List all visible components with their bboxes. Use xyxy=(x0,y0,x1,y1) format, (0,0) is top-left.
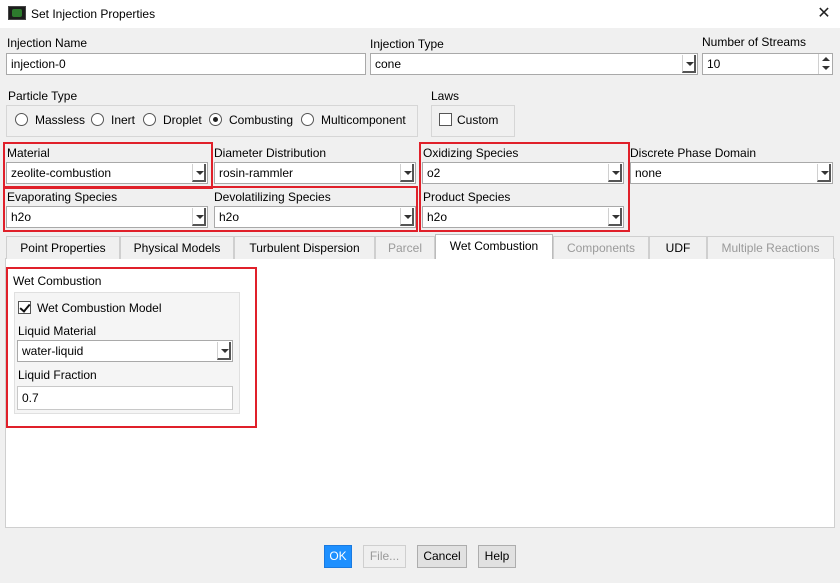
cancel-button[interactable]: Cancel xyxy=(417,545,467,568)
window-title: Set Injection Properties xyxy=(31,7,156,21)
tab-turbulent-dispersion[interactable]: Turbulent Dispersion xyxy=(234,236,375,259)
tab-physical-models[interactable]: Physical Models xyxy=(120,236,234,259)
custom-checkbox[interactable] xyxy=(439,113,452,126)
laws-label: Laws xyxy=(431,89,460,103)
number-of-streams-value: 10 xyxy=(707,57,721,71)
injection-name-label: Injection Name xyxy=(7,36,88,50)
radio-combusting-label: Combusting xyxy=(229,113,294,127)
highlight-oxid-product xyxy=(419,142,630,232)
chevron-down-icon[interactable] xyxy=(682,55,696,73)
chevron-down-icon[interactable] xyxy=(400,164,414,182)
custom-label: Custom xyxy=(457,113,499,127)
number-of-streams-label: Number of Streams xyxy=(702,35,807,49)
help-button[interactable]: Help xyxy=(478,545,516,568)
highlight-material xyxy=(3,142,213,189)
radio-inert[interactable] xyxy=(91,113,104,126)
injection-name-input[interactable]: injection-0 xyxy=(6,53,366,75)
radio-inert-label: Inert xyxy=(111,113,136,127)
particle-type-label: Particle Type xyxy=(8,89,78,103)
radio-multicomponent[interactable] xyxy=(301,113,314,126)
tab-point-properties[interactable]: Point Properties xyxy=(6,236,120,259)
app-icon xyxy=(8,6,26,20)
ok-button[interactable]: OK xyxy=(324,545,352,568)
tab-parcel[interactable]: Parcel xyxy=(375,236,435,259)
diameter-distribution-dropdown[interactable]: rosin-rammler xyxy=(214,162,416,184)
divider xyxy=(5,527,835,528)
injection-type-label: Injection Type xyxy=(370,37,444,51)
spin-up-icon[interactable] xyxy=(822,57,830,61)
injection-type-dropdown[interactable]: cone xyxy=(370,53,698,75)
radio-multicomponent-label: Multicomponent xyxy=(321,113,406,127)
file-button[interactable]: File... xyxy=(363,545,406,568)
discrete-phase-domain-value: none xyxy=(635,166,662,180)
number-of-streams-stepper[interactable]: 10 xyxy=(702,53,833,75)
spin-down-icon[interactable] xyxy=(822,66,830,70)
highlight-wet-combustion xyxy=(6,267,257,428)
diameter-distribution-value: rosin-rammler xyxy=(219,166,294,180)
discrete-phase-domain-dropdown[interactable]: none xyxy=(630,162,833,184)
discrete-phase-domain-label: Discrete Phase Domain xyxy=(630,146,757,160)
chevron-down-icon[interactable] xyxy=(817,164,831,182)
tab-components[interactable]: Components xyxy=(553,236,649,259)
diameter-distribution-label: Diameter Distribution xyxy=(214,146,327,160)
radio-massless-label: Massless xyxy=(35,113,86,127)
radio-massless[interactable] xyxy=(15,113,28,126)
tab-udf[interactable]: UDF xyxy=(649,236,707,259)
highlight-evap-devol xyxy=(3,186,418,232)
tab-wet-combustion[interactable]: Wet Combustion xyxy=(435,234,553,259)
radio-combusting[interactable] xyxy=(209,113,222,126)
close-icon[interactable]: ✕ xyxy=(812,3,836,25)
radio-droplet-label: Droplet xyxy=(163,113,202,127)
radio-droplet[interactable] xyxy=(143,113,156,126)
injection-type-value: cone xyxy=(375,57,402,71)
tab-multiple-reactions[interactable]: Multiple Reactions xyxy=(707,236,834,259)
